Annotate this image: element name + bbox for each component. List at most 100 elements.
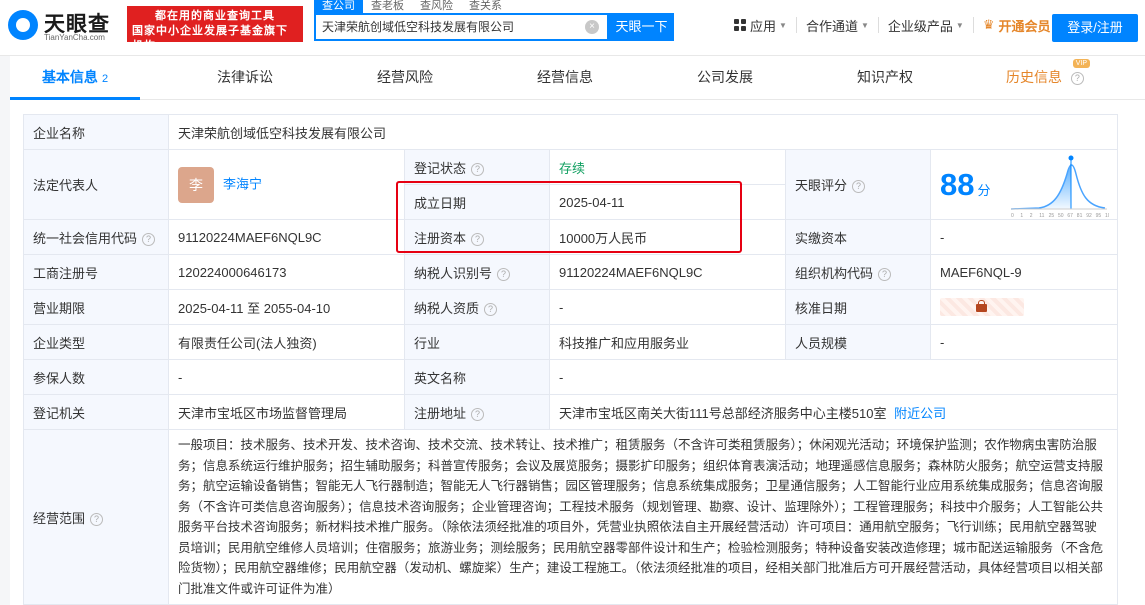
score-fill-area xyxy=(1011,162,1071,209)
org-code-label-text: 组织机构代码 xyxy=(795,265,874,281)
scope-value: 一般项目：技术服务、技术开发、技术咨询、技术交流、技术转让、技术推广；租赁服务（… xyxy=(167,429,1119,605)
legal-rep-label: 法定代表人 xyxy=(23,149,169,220)
legal-rep-cell: 李李海宁 xyxy=(168,149,405,220)
score-marker-dot xyxy=(1068,155,1074,161)
founded-value: 2025-04-11 xyxy=(549,184,786,220)
reg-no-label: 工商注册号 xyxy=(23,254,169,290)
tab-operation-info[interactable]: 经营信息 xyxy=(510,56,620,100)
score-cell[interactable]: 88分 01 2 11 255067 8192 95100 xyxy=(929,149,1119,220)
address-label-text: 注册地址 xyxy=(414,405,467,421)
search-tab-relation[interactable]: 查关系 xyxy=(461,0,510,13)
nav-vip-label: 开通会员 xyxy=(998,18,1051,34)
paid-capital-value: - xyxy=(929,219,1119,255)
tab-operation-risk[interactable]: 经营风险 xyxy=(350,56,460,100)
chevron-down-icon: ▼ xyxy=(779,20,787,30)
legal-rep-name-link[interactable]: 李海宁 xyxy=(223,176,262,191)
nearby-companies-link[interactable]: 附近公司 xyxy=(894,406,946,421)
org-code-value: MAEF6NQL-9 xyxy=(929,254,1119,290)
term-label: 营业期限 xyxy=(23,289,169,325)
search-tab-boss[interactable]: 查老板 xyxy=(363,0,412,13)
industry-label: 行业 xyxy=(404,324,550,360)
search-button[interactable]: 天眼一下 xyxy=(609,13,674,41)
lock-icon[interactable] xyxy=(940,298,1024,316)
logo-eye-icon xyxy=(8,10,38,40)
tab-legal[interactable]: 法律诉讼 xyxy=(190,56,300,100)
score-axis-tick-label: 25 xyxy=(1049,213,1055,219)
tab-ip[interactable]: 知识产权 xyxy=(830,56,940,100)
founded-label: 成立日期 xyxy=(404,184,550,220)
scope-label: 经营范围? xyxy=(23,429,169,605)
capital-value: 10000万人民币 xyxy=(549,219,786,255)
score-axis-tick-label: 67 xyxy=(1067,213,1073,219)
company-detail-card: 基本信息 2 法律诉讼 经营风险 经营信息 公司发展 知识产权 历史信息 ? VI… xyxy=(10,56,1145,605)
tab-history[interactable]: 历史信息 ? VIP xyxy=(990,56,1100,100)
capital-label: 注册资本? xyxy=(404,219,550,255)
top-header: 天眼查 TianYanCha.com 都在用的商业查询工具 国家中小企业发展子基… xyxy=(0,0,1145,56)
term-value: 2025-04-11 至 2055-04-10 xyxy=(168,289,405,325)
search-tab-company[interactable]: 查公司 xyxy=(314,0,363,13)
tab-basic-info-count: 2 xyxy=(101,73,109,85)
taxpayer-id-value: 91120224MAEF6NQL9C xyxy=(549,254,786,290)
crown-icon: ♛ xyxy=(982,17,995,32)
score-axis-tick-label: 1 xyxy=(1020,213,1023,219)
search-tab-risk[interactable]: 查风险 xyxy=(412,0,461,13)
authority-label: 登记机关 xyxy=(23,394,169,430)
company-name-label: 企业名称 xyxy=(23,114,169,150)
type-label: 企业类型 xyxy=(23,324,169,360)
taxpayer-qual-label: 纳税人资质? xyxy=(404,289,550,325)
chevron-down-icon: ▼ xyxy=(860,20,869,30)
score-axis-tick-label: 2 xyxy=(1030,213,1033,219)
nav-cooperation-label: 合作通道 xyxy=(805,18,858,34)
staff-size-label: 人员规模 xyxy=(785,324,931,360)
tab-basic-info-label: 基本信息 xyxy=(41,69,98,85)
help-icon[interactable]: ? xyxy=(484,302,498,316)
industry-value: 科技推广和应用服务业 xyxy=(549,324,786,360)
help-icon[interactable]: ? xyxy=(878,267,892,281)
address-value: 天津市宝坻区南关大街111号总部经济服务中心主楼510室 xyxy=(559,405,887,421)
reg-no-value: 120224000646173 xyxy=(168,254,405,290)
approval-date-label: 核准日期 xyxy=(785,289,931,325)
site-logo[interactable]: 天眼查 TianYanCha.com xyxy=(8,6,124,42)
help-icon[interactable]: ? xyxy=(90,512,104,526)
help-icon[interactable]: ? xyxy=(1070,72,1084,85)
scope-label-text: 经营范围 xyxy=(33,510,86,526)
taxpayer-qual-value: - xyxy=(549,289,786,325)
help-icon[interactable]: ? xyxy=(471,162,485,176)
help-icon[interactable]: ? xyxy=(142,232,156,246)
help-icon[interactable]: ? xyxy=(852,180,866,193)
chevron-down-icon: ▼ xyxy=(955,20,964,30)
status-label-text: 登记状态 xyxy=(414,160,467,176)
help-icon[interactable]: ? xyxy=(471,407,485,421)
search-input[interactable] xyxy=(322,19,582,33)
search-type-tabs: 查公司 查老板 查风险 查关系 xyxy=(314,0,510,13)
tab-development[interactable]: 公司发展 xyxy=(670,56,780,100)
credit-code-label: 统一社会信用代码? xyxy=(23,219,169,255)
nav-cooperation[interactable]: 合作通道 ▼ xyxy=(797,17,879,34)
status-label: 登记状态? xyxy=(404,149,550,185)
tab-basic-info[interactable]: 基本信息 2 xyxy=(10,56,140,100)
score-label: 天眼评分? xyxy=(785,149,931,220)
english-name-value: - xyxy=(548,359,1119,395)
approval-date-value xyxy=(929,289,1119,325)
score-axis-tick-label: 50 xyxy=(1058,213,1064,219)
score-axis-tick-label: 100 xyxy=(1105,213,1109,219)
slogan-line-1: 都在用的商业查询工具 xyxy=(155,10,275,22)
score-axis-tick-label: 81 xyxy=(1077,213,1083,219)
slogan-banner[interactable]: 都在用的商业查询工具 国家中小企业发展子基金旗下机构 xyxy=(127,6,303,52)
clear-icon[interactable]: × xyxy=(585,20,599,34)
insured-label: 参保人数 xyxy=(23,359,169,395)
nav-app[interactable]: 应用 ▼ xyxy=(725,17,797,34)
score-axis-tick-label: 92 xyxy=(1086,213,1092,219)
nav-enterprise[interactable]: 企业级产品 ▼ xyxy=(879,17,974,34)
help-icon[interactable]: ? xyxy=(497,267,511,281)
credit-code-value: 91120224MAEF6NQL9C xyxy=(168,219,405,255)
score-axis-tick-label: 11 xyxy=(1039,213,1044,219)
score-label-text: 天眼评分 xyxy=(795,178,848,193)
org-code-label: 组织机构代码? xyxy=(785,254,931,290)
help-icon[interactable]: ? xyxy=(471,232,485,246)
address-cell: 天津市宝坻区南关大街111号总部经济服务中心主楼510室 附近公司 xyxy=(548,394,1119,430)
company-name-value: 天津荣航创域低空科技发展有限公司 xyxy=(167,114,1119,150)
login-button[interactable]: 登录/注册 xyxy=(1052,14,1138,42)
staff-size-value: - xyxy=(929,324,1119,360)
address-label: 注册地址? xyxy=(404,394,550,430)
